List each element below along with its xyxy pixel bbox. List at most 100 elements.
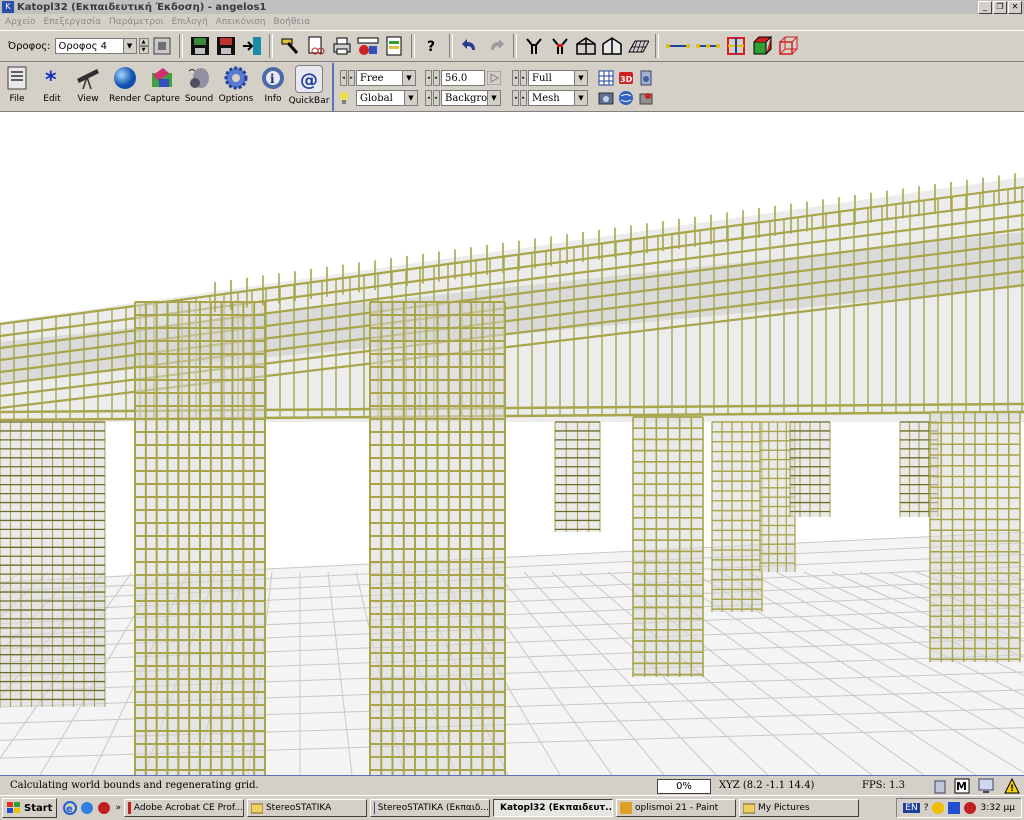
background-select[interactable]: Backgro ▼: [441, 90, 501, 106]
info-button-label: Info: [264, 94, 282, 104]
trash-icon[interactable]: [932, 778, 948, 794]
coord-mode-select[interactable]: Global ▼: [356, 90, 418, 106]
edit-button[interactable]: * Edit: [35, 65, 69, 109]
start-button[interactable]: Start: [2, 798, 58, 818]
task-acrobat[interactable]: Adobe Acrobat CE Prof...: [123, 799, 244, 817]
floor-select[interactable]: Οροφος 4 ▼: [54, 38, 137, 54]
shield-icon[interactable]: [932, 802, 945, 814]
antivirus-icon[interactable]: [964, 802, 977, 814]
view-button[interactable]: View: [71, 65, 105, 109]
beam-tool-button[interactable]: [665, 35, 691, 57]
close-button[interactable]: ✕: [1008, 1, 1022, 14]
frame-tool-button[interactable]: [725, 35, 747, 57]
background-prev[interactable]: ◂: [425, 90, 432, 106]
task-stereostatika-app[interactable]: StereoSTATIKA (Εκπαιδ...: [369, 799, 490, 817]
menu-display[interactable]: Απεικόνιση: [216, 17, 266, 27]
object-icon[interactable]: [638, 90, 654, 106]
beam-split-button[interactable]: [695, 35, 721, 57]
menu-bar: Αρχείο Επεξεργασία Παράμετροι Επιλογή Απ…: [0, 14, 1024, 30]
undo-button[interactable]: [459, 35, 481, 57]
task-stereostatika[interactable]: StereoSTATIKA: [246, 799, 367, 817]
help-button[interactable]: ?: [421, 35, 443, 57]
save-as-button[interactable]: [215, 35, 237, 57]
menu-parameters[interactable]: Παράμετροι: [109, 17, 164, 27]
fov-input[interactable]: 56.0: [441, 70, 485, 86]
grid-view-icon[interactable]: [598, 70, 614, 86]
render-mode-next[interactable]: ▸: [520, 90, 527, 106]
help-tray-icon[interactable]: ?: [924, 803, 929, 813]
menu-file[interactable]: Αρχείο: [5, 17, 36, 27]
wireframe-view-button[interactable]: [575, 35, 597, 57]
save-button[interactable]: [189, 35, 211, 57]
telescope-icon: [75, 65, 101, 91]
quicklaunch-chevron-icon[interactable]: »: [115, 803, 121, 813]
menu-selection[interactable]: Επιλογή: [172, 17, 208, 27]
preview-button[interactable]: [305, 35, 327, 57]
floor-spinner[interactable]: ▲ ▼: [138, 38, 149, 54]
nav-mode-select[interactable]: Free ▼: [356, 70, 416, 86]
background-next[interactable]: ▸: [433, 90, 440, 106]
quickbar-button[interactable]: @ QuickBar: [289, 65, 329, 109]
stop-button[interactable]: [151, 35, 173, 57]
detail-value: Full: [532, 72, 552, 84]
report-button[interactable]: [383, 35, 405, 57]
file-button[interactable]: File: [0, 65, 34, 109]
task-my-pictures[interactable]: My Pictures: [738, 799, 859, 817]
nav-mode-next[interactable]: ▸: [348, 70, 355, 86]
render-button[interactable]: Render: [108, 65, 142, 109]
memory-icon[interactable]: M: [954, 778, 970, 794]
cube-wire-button[interactable]: [777, 35, 799, 57]
detail-next[interactable]: ▸: [520, 70, 527, 86]
column-red-tool-button[interactable]: [549, 35, 571, 57]
export-button[interactable]: [357, 35, 379, 57]
rebar-3d-scene[interactable]: [0, 112, 1024, 775]
background-row: ◂ ▸ Backgro ▼: [425, 90, 501, 106]
tools-button[interactable]: [279, 35, 301, 57]
minimize-button[interactable]: _: [978, 1, 992, 14]
monitor-icon[interactable]: [978, 778, 994, 794]
column-tool-button[interactable]: [523, 35, 545, 57]
render-button-label: Render: [108, 94, 142, 104]
detail-select[interactable]: Full ▼: [528, 70, 588, 86]
solid-view-button[interactable]: [601, 35, 623, 57]
render-mode-select[interactable]: Mesh ▼: [528, 90, 588, 106]
svg-text:3D: 3D: [620, 75, 633, 84]
slab-tool-button[interactable]: [627, 35, 649, 57]
folder-icon: [250, 803, 263, 814]
task-paint[interactable]: oplismoi 21 - Paint: [615, 799, 736, 817]
capture-button[interactable]: Capture: [144, 65, 180, 109]
language-indicator[interactable]: EN: [903, 803, 920, 813]
cube-wire-icon: [778, 36, 798, 55]
ie-icon[interactable]: e: [63, 801, 78, 815]
restore-button[interactable]: ❐: [993, 1, 1007, 14]
render-toolbar: File * Edit View Render Capture Sound Op…: [0, 61, 1024, 112]
network-icon[interactable]: [948, 802, 961, 814]
print-button[interactable]: [331, 35, 353, 57]
sound-button[interactable]: Sound: [182, 65, 216, 109]
taskbar: Start e » Adobe Acrobat CE Prof... Stere…: [0, 795, 1024, 820]
outlook-icon[interactable]: [80, 801, 94, 815]
warning-icon[interactable]: !: [1004, 778, 1020, 794]
cube-view-button[interactable]: [751, 35, 773, 57]
menu-edit[interactable]: Επεξεργασία: [44, 17, 102, 27]
fov-next[interactable]: ▸: [433, 70, 440, 86]
menu-help[interactable]: Βοήθεια: [273, 17, 310, 27]
media-icon[interactable]: [97, 801, 111, 815]
redo-icon: [490, 39, 504, 50]
globe-icon[interactable]: [618, 90, 634, 106]
info-button[interactable]: i Info: [256, 65, 290, 109]
task-katopl32[interactable]: Katopl32 (Εκπαιδευτ...: [492, 799, 613, 817]
fov-prev[interactable]: ◂: [425, 70, 432, 86]
snapshot-icon[interactable]: [598, 90, 614, 106]
camera-icon[interactable]: [638, 70, 654, 86]
nav-mode-prev[interactable]: ◂: [340, 70, 347, 86]
detail-prev[interactable]: ◂: [512, 70, 519, 86]
render-mode-prev[interactable]: ◂: [512, 90, 519, 106]
play-icon[interactable]: [487, 71, 501, 85]
exit-button[interactable]: [241, 35, 263, 57]
options-button[interactable]: Options: [219, 65, 253, 109]
redo-button[interactable]: [485, 35, 507, 57]
3d-viewport[interactable]: [0, 112, 1024, 775]
3d-view-icon[interactable]: 3D: [618, 70, 634, 86]
export-icon: [357, 37, 379, 55]
